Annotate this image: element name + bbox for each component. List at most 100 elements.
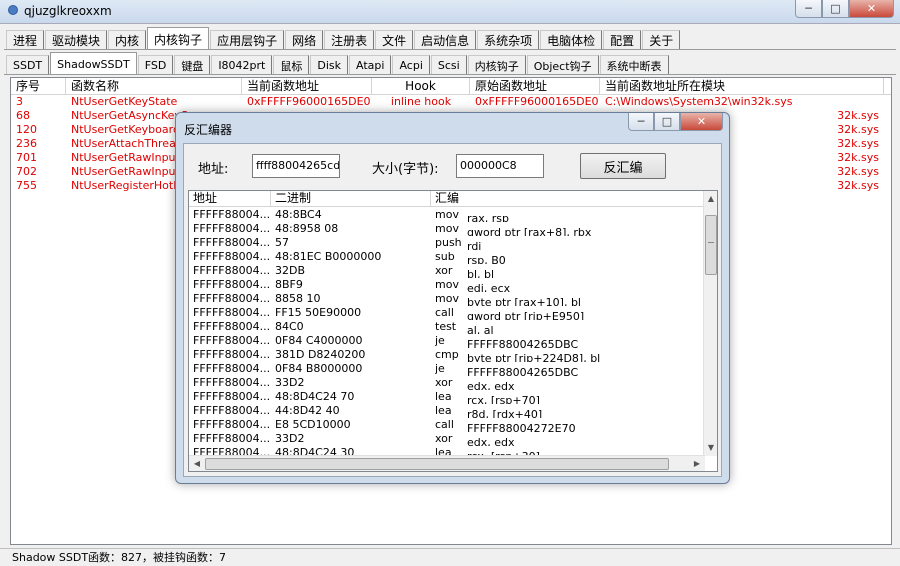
list-item[interactable]: FFFFF88004... 381D D8240200 cmp byte ptr [r…: [189, 348, 705, 362]
instruction-bytes: 8BF9: [275, 278, 303, 291]
instruction-text: mov edi, ecx: [431, 278, 701, 292]
tab-9[interactable]: 系统杂项: [477, 30, 540, 50]
instruction-text: learcx, [rsp+30]: [431, 446, 701, 455]
table-row[interactable]: 3 NtUserGetKeyState 0xFFFFF96000165DE0 inli…: [11, 95, 891, 109]
column-binary[interactable]: 二进制: [271, 191, 431, 207]
instruction-bytes: 57: [275, 236, 289, 249]
dialog-close-button[interactable]: ✕: [680, 113, 723, 131]
list-item[interactable]: FFFFF88004... 48:81EC B0000000 sub rsp, B0: [189, 250, 705, 264]
sub-tab-bar: SSDT ShadowSSDT FSD 键盘 I8042prt 鼠标 Disk Atapi Ac…: [6, 51, 670, 75]
instruction-mnemonic: je: [435, 334, 445, 347]
main-titlebar[interactable]: qjuzglkreoxxm ─ □ ✕: [0, 0, 900, 24]
maximize-icon: □: [830, 2, 841, 15]
vertical-scrollbar[interactable]: ▲ ▼: [703, 191, 717, 456]
tab-3[interactable]: 内核钩子: [147, 27, 210, 50]
close-button[interactable]: ✕: [849, 0, 894, 18]
list-item[interactable]: FFFFF88004... 57 push rdi: [189, 236, 705, 250]
tab-0[interactable]: 进程: [6, 30, 45, 50]
table-cell: 68: [16, 109, 30, 122]
window-title: qjuzglkreoxxm: [24, 4, 112, 18]
disassemble-button[interactable]: 反汇编: [580, 153, 666, 179]
close-icon: ✕: [866, 2, 877, 15]
size-input[interactable]: 000000C8: [456, 154, 544, 178]
column-header[interactable]: 序号: [11, 78, 66, 95]
vertical-scroll-thumb[interactable]: [705, 215, 717, 275]
tab-6[interactable]: 注册表: [324, 30, 375, 50]
horizontal-scrollbar[interactable]: ◀ ▶: [189, 455, 705, 471]
list-item[interactable]: FFFFF88004... 33D2 xor edx, edx: [189, 432, 705, 446]
column-header[interactable]: 当前函数地址: [242, 78, 372, 95]
scroll-down-icon[interactable]: ▼: [704, 441, 717, 455]
subtab-11[interactable]: Object钩子: [526, 55, 599, 75]
instruction-address: FFFFF88004...: [193, 348, 271, 361]
subtab-10[interactable]: 内核钩子: [467, 55, 526, 75]
instruction-text: je FFFFF88004265DBC: [431, 334, 701, 348]
list-item[interactable]: FFFFF88004... FF15 50E90000 call qword ptr …: [189, 306, 705, 320]
instruction-mnemonic: je: [435, 362, 445, 375]
instruction-address: FFFFF88004...: [193, 292, 271, 305]
minimize-icon: ─: [805, 2, 812, 15]
address-input[interactable]: ffff88004265cd4: [252, 154, 340, 178]
tab-1[interactable]: 驱动模块: [45, 30, 108, 50]
list-item[interactable]: FFFFF88004... 32DB xor bl, bl: [189, 264, 705, 278]
dialog-minimize-button[interactable]: ─: [628, 113, 654, 131]
list-item[interactable]: FFFFF88004... 33D2 xor edx, edx: [189, 376, 705, 390]
tab-11[interactable]: 配置: [603, 30, 642, 50]
column-header[interactable]: 原始函数地址: [470, 78, 600, 95]
instruction-operands: FFFFF88004265DBC: [467, 366, 579, 376]
tab-12[interactable]: 关于: [642, 30, 681, 50]
column-assembly[interactable]: 汇编: [431, 191, 705, 207]
subtab-12[interactable]: 系统中断表: [599, 55, 669, 75]
dialog-maximize-button[interactable]: □: [654, 113, 680, 131]
subtab-2[interactable]: FSD: [137, 55, 174, 75]
column-header[interactable]: Hook: [372, 78, 470, 95]
scroll-up-icon[interactable]: ▲: [704, 192, 717, 206]
list-item[interactable]: FFFFF88004... 0F84 C4000000 je FFFFF8800426…: [189, 334, 705, 348]
table-cell: 701: [16, 151, 37, 164]
disassembly-list[interactable]: 地址 二进制 汇编 FFFFF88004... 48:8BC4 mov rax, rs…: [188, 190, 718, 472]
instruction-text: xor bl, bl: [431, 264, 701, 278]
instruction-mnemonic: push: [435, 236, 462, 249]
list-item[interactable]: FFFFF88004... 8858 10 mov byte ptr [rax+10]…: [189, 292, 705, 306]
subtab-8[interactable]: Acpi: [392, 55, 430, 75]
column-header[interactable]: 函数名称: [66, 78, 242, 95]
scroll-right-icon[interactable]: ▶: [690, 457, 704, 471]
minimize-button[interactable]: ─: [795, 0, 822, 18]
subtab-1[interactable]: ShadowSSDT: [50, 52, 137, 75]
tab-4[interactable]: 应用层钩子: [210, 30, 285, 50]
column-address[interactable]: 地址: [189, 191, 271, 207]
instruction-operands: qword ptr [rip+E950]: [467, 310, 585, 320]
subtab-5[interactable]: 鼠标: [273, 55, 310, 75]
subtab-7[interactable]: Atapi: [349, 55, 392, 75]
tab-5[interactable]: 网络: [285, 30, 324, 50]
subtab-9[interactable]: Scsi: [430, 55, 467, 75]
column-header[interactable]: 当前函数地址所在模块: [600, 78, 884, 95]
instruction-operands: r8d, [rdx+40]: [467, 408, 543, 418]
list-item[interactable]: FFFFF88004... 48:8D4C24 30 learcx, [rsp+30…: [189, 446, 705, 455]
list-item[interactable]: FFFFF88004... 84C0 test al, al: [189, 320, 705, 334]
tab-10[interactable]: 电脑体检: [540, 30, 603, 50]
list-item[interactable]: FFFFF88004... 8BF9 mov edi, ecx: [189, 278, 705, 292]
instruction-bytes: 44:8D42 40: [275, 404, 340, 417]
instruction-bytes: 381D D8240200: [275, 348, 366, 361]
instruction-operands: FFFFF88004265DBC: [467, 338, 579, 348]
scroll-left-icon[interactable]: ◀: [190, 457, 204, 471]
tab-7[interactable]: 文件: [375, 30, 414, 50]
tab-8[interactable]: 启动信息: [414, 30, 477, 50]
list-item[interactable]: FFFFF88004... 48:8D4C24 70 lea rcx, [rsp+70…: [189, 390, 705, 404]
maximize-button[interactable]: □: [822, 0, 849, 18]
list-item[interactable]: FFFFF88004... 44:8D42 40 lea r8d, [rdx+40]: [189, 404, 705, 418]
subtab-0[interactable]: SSDT: [6, 55, 50, 75]
list-item[interactable]: FFFFF88004... 0F84 B8000000 je FFFFF8800426…: [189, 362, 705, 376]
tab-2[interactable]: 内核: [108, 30, 147, 50]
instruction-address: FFFFF88004...: [193, 362, 271, 375]
horizontal-scroll-thumb[interactable]: [205, 458, 669, 470]
minimize-icon: ─: [637, 115, 645, 128]
list-item[interactable]: FFFFF88004... 48:8BC4 mov rax, rsp: [189, 208, 705, 222]
instruction-text: xor edx, edx: [431, 432, 701, 446]
subtab-3[interactable]: 键盘: [174, 55, 211, 75]
subtab-4[interactable]: I8042prt: [211, 55, 273, 75]
list-item[interactable]: FFFFF88004... E8 5CD10000 call FFFFF8800427…: [189, 418, 705, 432]
list-item[interactable]: FFFFF88004... 48:8958 08 mov qword ptr [rax…: [189, 222, 705, 236]
subtab-6[interactable]: Disk: [310, 55, 349, 75]
